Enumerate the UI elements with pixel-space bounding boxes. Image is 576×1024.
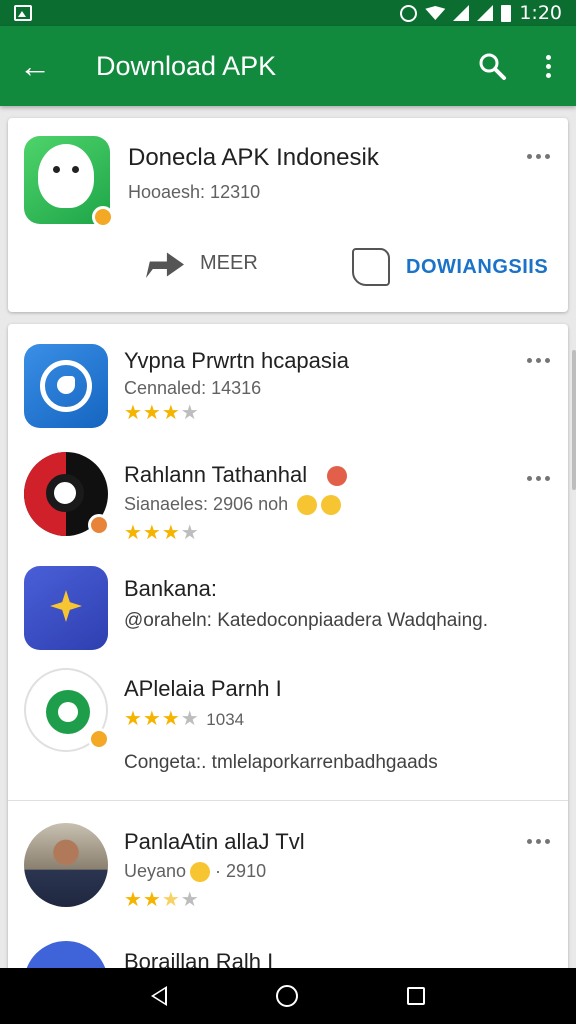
gallery-notification-icon	[14, 5, 32, 21]
app-name: APlelaia Parnh I	[124, 676, 282, 701]
download-button[interactable]: DOWIANGSIIS	[352, 248, 548, 286]
rating-stars: ★★★★	[124, 889, 200, 911]
badge-icon	[88, 728, 110, 750]
more-options-icon[interactable]	[520, 26, 576, 106]
rating-stars: ★★★★ 1034	[124, 708, 245, 730]
download-icon	[352, 248, 390, 286]
overflow-menu-icon[interactable]	[527, 358, 550, 363]
nav-home-icon[interactable]	[275, 985, 298, 1007]
whatsapp-icon	[24, 344, 108, 428]
app-logo-icon	[24, 566, 108, 650]
dog-logo-icon	[38, 144, 94, 208]
alarm-icon	[400, 4, 418, 22]
share-icon	[146, 252, 184, 278]
smiley-icon	[297, 495, 318, 516]
scrollbar[interactable]	[572, 350, 576, 490]
status-bar: 1:20	[0, 0, 576, 26]
featured-app-card: Donecla APK Indonesik Hooaesh: 12310 MEE…	[8, 118, 568, 312]
overflow-menu-icon[interactable]	[527, 476, 550, 481]
navigation-bar	[0, 968, 576, 1024]
app-description: Congeta:. tmlelaporkarrenbadhgaads	[124, 752, 438, 773]
list-item[interactable]: Yvpna Prwrtn hcapasia Cennaled: 14316 ★★…	[8, 324, 568, 448]
smiley-icon	[190, 862, 211, 883]
app-name: Rahlann Tathanhal	[124, 462, 348, 488]
rating-stars: ★★★★	[124, 402, 200, 424]
featured-app-subtitle: Hooaesh: 12310	[128, 182, 261, 202]
notification-dot-icon	[327, 466, 348, 487]
app-meta: Cennaled: 14316	[124, 378, 262, 398]
overflow-menu-icon[interactable]	[527, 839, 550, 844]
download-label: DOWIANGSIIS	[406, 255, 549, 278]
smiley-icon	[321, 495, 342, 516]
app-bar: ← Download APK	[0, 26, 576, 106]
signal-icon	[453, 5, 470, 21]
app-name: Bankana:	[124, 576, 217, 601]
app-name: Yvpna Prwrtn hcapasia	[124, 348, 350, 373]
back-arrow-icon[interactable]: ←	[0, 26, 70, 106]
clock: 1:20	[519, 2, 562, 24]
signal-icon-2	[477, 5, 494, 21]
overflow-menu-icon[interactable]	[527, 154, 550, 159]
app-name: PanlaAtin allaJ Tvl	[124, 829, 305, 854]
wifi-icon	[425, 6, 446, 20]
app-description: @oraheln: Katedoconpiaadera Wadqhaing.	[124, 610, 489, 631]
nav-recents-icon[interactable]	[407, 987, 426, 1005]
badge-icon	[88, 514, 110, 536]
badge-icon	[92, 206, 114, 228]
app-meta: Ueyano · 2910	[124, 861, 267, 883]
share-label: MEER	[200, 251, 258, 274]
list-item[interactable]: APlelaia Parnh I ★★★★ 1034 Congeta:. tml…	[8, 666, 568, 800]
share-button[interactable]: MEER	[146, 248, 258, 278]
featured-app-name[interactable]: Donecla APK Indonesik	[128, 144, 379, 172]
rating-stars: ★★★★	[124, 522, 200, 544]
search-icon[interactable]	[464, 26, 520, 106]
app-list: Yvpna Prwrtn hcapasia Cennaled: 14316 ★★…	[8, 324, 568, 984]
list-item[interactable]: Rahlann Tathanhal Sianaeles: 2906 noh ★★…	[8, 448, 568, 566]
page-title: Download APK	[96, 50, 277, 81]
battery-icon	[501, 4, 512, 22]
featured-app-icon[interactable]	[24, 136, 114, 228]
app-meta: Sianaeles: 2906 noh	[124, 494, 342, 516]
nav-back-icon[interactable]	[150, 986, 167, 1006]
avatar	[24, 823, 108, 907]
list-item[interactable]: PanlaAtin allaJ Tvl Ueyano · 2910 ★★★★	[8, 801, 568, 927]
list-item[interactable]: Bankana: @oraheln: Katedoconpiaadera Wad…	[8, 566, 568, 666]
